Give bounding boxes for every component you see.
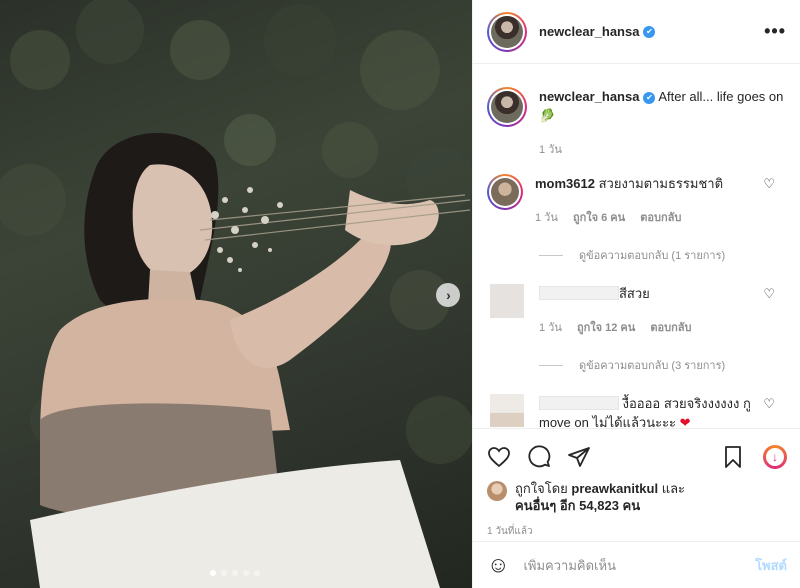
view-replies-link[interactable]: ดูข้อความตอบกลับ (3 รายการ)	[539, 356, 787, 374]
comments-list[interactable]: newclear_hansa ✔ After all... life goes o…	[473, 65, 800, 427]
bookmark-icon[interactable]	[721, 445, 745, 469]
smile-icon[interactable]: ☺	[487, 552, 509, 578]
caption-avatar[interactable]	[487, 87, 527, 127]
likes-and: และ	[661, 481, 686, 496]
carousel-indicator	[210, 570, 260, 576]
comment-likes-link[interactable]: ถูกใจ 12 คน	[577, 322, 635, 334]
view-replies-label: ดูข้อความตอบกลับ (1 รายการ)	[579, 250, 726, 262]
post-comment-button[interactable]: โพสต์	[755, 555, 787, 576]
like-comment-heart-icon[interactable]: ♡	[763, 176, 775, 192]
post-dialog: › newclear_hansa ✔ ••• newclear_hansa ✔ A…	[0, 0, 800, 588]
header-username[interactable]: newclear_hansa	[539, 24, 639, 39]
comment-item: mom3612 สวยงามตามธรรมชาติ 1 วัน ถูกใจ 6 …	[487, 174, 787, 228]
post-caption: newclear_hansa ✔ After all... life goes o…	[487, 65, 787, 160]
view-replies-label: ดูข้อความตอบกลับ (3 รายการ)	[579, 360, 726, 372]
redacted-username	[539, 396, 619, 410]
commenter-avatar[interactable]	[490, 394, 524, 427]
comment-input[interactable]	[523, 557, 756, 573]
likes-others-link[interactable]: คนอื่นๆ อีก 54,823 คน	[515, 498, 640, 513]
comment-icon[interactable]	[527, 445, 551, 469]
comment-item: สีสวย 1 วัน ถูกใจ 12 คน ตอบกลับ ♡	[487, 284, 787, 338]
commenter-avatar[interactable]	[487, 174, 523, 210]
avatar[interactable]	[487, 11, 527, 52]
reply-button[interactable]: ตอบกลับ	[650, 322, 691, 334]
comment-item: งื้ออออ สวยจริงงงงงง กู move on ไม่ได้แล…	[487, 394, 787, 427]
likes-prefix: ถูกใจโดย	[515, 481, 568, 496]
carousel-dot	[254, 570, 260, 576]
like-comment-heart-icon[interactable]: ♡	[763, 396, 775, 412]
redacted-username	[539, 286, 619, 300]
post-side-panel: newclear_hansa ✔ ••• newclear_hansa ✔ Aft…	[472, 0, 800, 588]
likes-summary: ถูกใจโดย preawkanitkul และ คนอื่นๆ อีก 5…	[487, 480, 787, 514]
carousel-dot	[221, 570, 227, 576]
caption-username[interactable]: newclear_hansa	[539, 89, 639, 104]
chevron-right-icon: ›	[446, 287, 451, 303]
photo-illustration	[0, 0, 472, 588]
post-photo: ›	[0, 0, 472, 588]
caption-age: 1 วัน	[539, 144, 562, 156]
caption-text: After all... life goes on	[658, 89, 784, 104]
action-bar: ↓ ถูกใจโดย preawkanitkul และ คนอื่นๆ อีก…	[473, 428, 800, 539]
post-header: newclear_hansa ✔ •••	[473, 0, 800, 64]
verified-badge-icon: ✔	[643, 25, 656, 38]
heart-emoji: ❤	[679, 415, 691, 427]
comment-meta: 1 วัน ถูกใจ 12 คน ตอบกลับ	[539, 319, 759, 338]
commenter-avatar[interactable]	[490, 284, 524, 318]
heart-icon[interactable]	[487, 445, 511, 469]
view-replies-link[interactable]: ดูข้อความตอบกลับ (1 รายการ)	[539, 246, 787, 264]
comment-age: 1 วัน	[539, 322, 562, 334]
carousel-dot	[210, 570, 216, 576]
carousel-dot	[232, 570, 238, 576]
comment-text: สวยงามตามธรรมชาติ	[598, 176, 724, 191]
share-icon[interactable]	[567, 445, 591, 469]
comment-likes-link[interactable]: ถูกใจ 6 คน	[573, 212, 625, 224]
download-icon[interactable]: ↓	[763, 445, 787, 469]
more-options-icon[interactable]: •••	[764, 21, 786, 42]
like-comment-heart-icon[interactable]: ♡	[763, 286, 775, 302]
liker-avatar[interactable]	[487, 481, 507, 501]
comment-username[interactable]: mom3612	[535, 176, 595, 191]
reply-button[interactable]: ตอบกลับ	[640, 212, 681, 224]
leaf-emoji: 🥬	[539, 108, 556, 123]
comment-meta: 1 วัน ถูกใจ 6 คน ตอบกลับ	[535, 209, 755, 228]
verified-badge-icon: ✔	[643, 91, 656, 104]
add-comment-bar: ☺ โพสต์	[473, 541, 800, 588]
caption-meta: 1 วัน	[539, 141, 787, 160]
carousel-dot	[243, 570, 249, 576]
post-timestamp[interactable]: 1 วันที่แล้ว	[487, 524, 787, 539]
next-photo-button[interactable]: ›	[436, 283, 460, 307]
comment-age: 1 วัน	[535, 212, 558, 224]
liker-username[interactable]: preawkanitkul	[571, 481, 658, 496]
comment-text: สีสวย	[619, 286, 650, 301]
